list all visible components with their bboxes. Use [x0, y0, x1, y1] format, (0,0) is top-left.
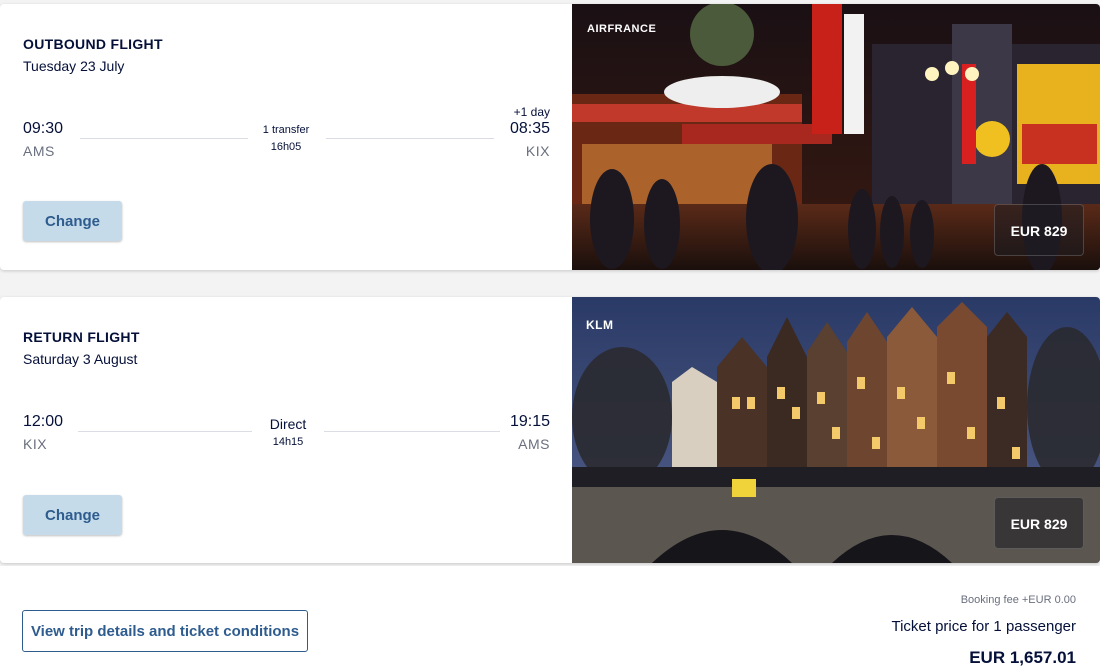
return-stops: Direct: [269, 416, 307, 432]
amsterdam-destination-image: KLM EUR 829: [572, 297, 1100, 563]
outbound-price-tag: EUR 829: [994, 204, 1084, 256]
return-flight-title: RETURN FLIGHT: [23, 329, 140, 345]
view-trip-details-button[interactable]: View trip details and ticket conditions: [22, 610, 308, 652]
return-arrive-time: 19:15: [509, 413, 550, 430]
return-arrive-airport: AMS: [518, 436, 550, 452]
route-line-right: [324, 431, 500, 432]
osaka-destination-image: AIRFRANCE EUR 829: [572, 4, 1100, 270]
route-line-left: [80, 138, 248, 139]
outbound-duration: 16h05: [270, 141, 302, 153]
return-flight-card: RETURN FLIGHT Saturday 3 August 12:00 KI…: [0, 297, 1100, 563]
return-flight-date: Saturday 3 August: [23, 351, 138, 367]
outbound-arrive-time: 08:35: [509, 120, 550, 137]
klm-logo: KLM: [586, 318, 614, 332]
ticket-price-label: Ticket price for 1 passenger: [891, 618, 1076, 635]
route-line-left: [78, 431, 252, 432]
outbound-depart-time: 09:30: [23, 120, 64, 137]
return-depart-time: 12:00: [23, 413, 64, 430]
price-summary-bar: View trip details and ticket conditions …: [0, 566, 1100, 671]
total-price: EUR 1,657.01: [969, 648, 1076, 667]
return-flight-info: RETURN FLIGHT Saturday 3 August 12:00 KI…: [0, 297, 572, 563]
outbound-day-offset: +1 day: [513, 105, 550, 119]
route-line-right: [326, 138, 494, 139]
outbound-depart-airport: AMS: [23, 143, 55, 159]
outbound-flight-info: OUTBOUND FLIGHT Tuesday 23 July 09:30 AM…: [0, 4, 572, 270]
return-duration: 14h15: [272, 436, 304, 448]
outbound-stops: 1 transfer: [262, 124, 310, 136]
outbound-change-button[interactable]: Change: [23, 201, 122, 241]
outbound-flight-date: Tuesday 23 July: [23, 58, 125, 74]
outbound-flight-title: OUTBOUND FLIGHT: [23, 36, 163, 52]
return-change-button[interactable]: Change: [23, 495, 122, 535]
airfrance-logo: AIRFRANCE: [587, 23, 657, 35]
return-price-tag: EUR 829: [994, 497, 1084, 549]
outbound-arrive-airport: KIX: [525, 143, 550, 159]
booking-fee: Booking fee +EUR 0.00: [960, 594, 1076, 606]
return-depart-airport: KIX: [23, 436, 48, 452]
outbound-flight-card: OUTBOUND FLIGHT Tuesday 23 July 09:30 AM…: [0, 4, 1100, 270]
